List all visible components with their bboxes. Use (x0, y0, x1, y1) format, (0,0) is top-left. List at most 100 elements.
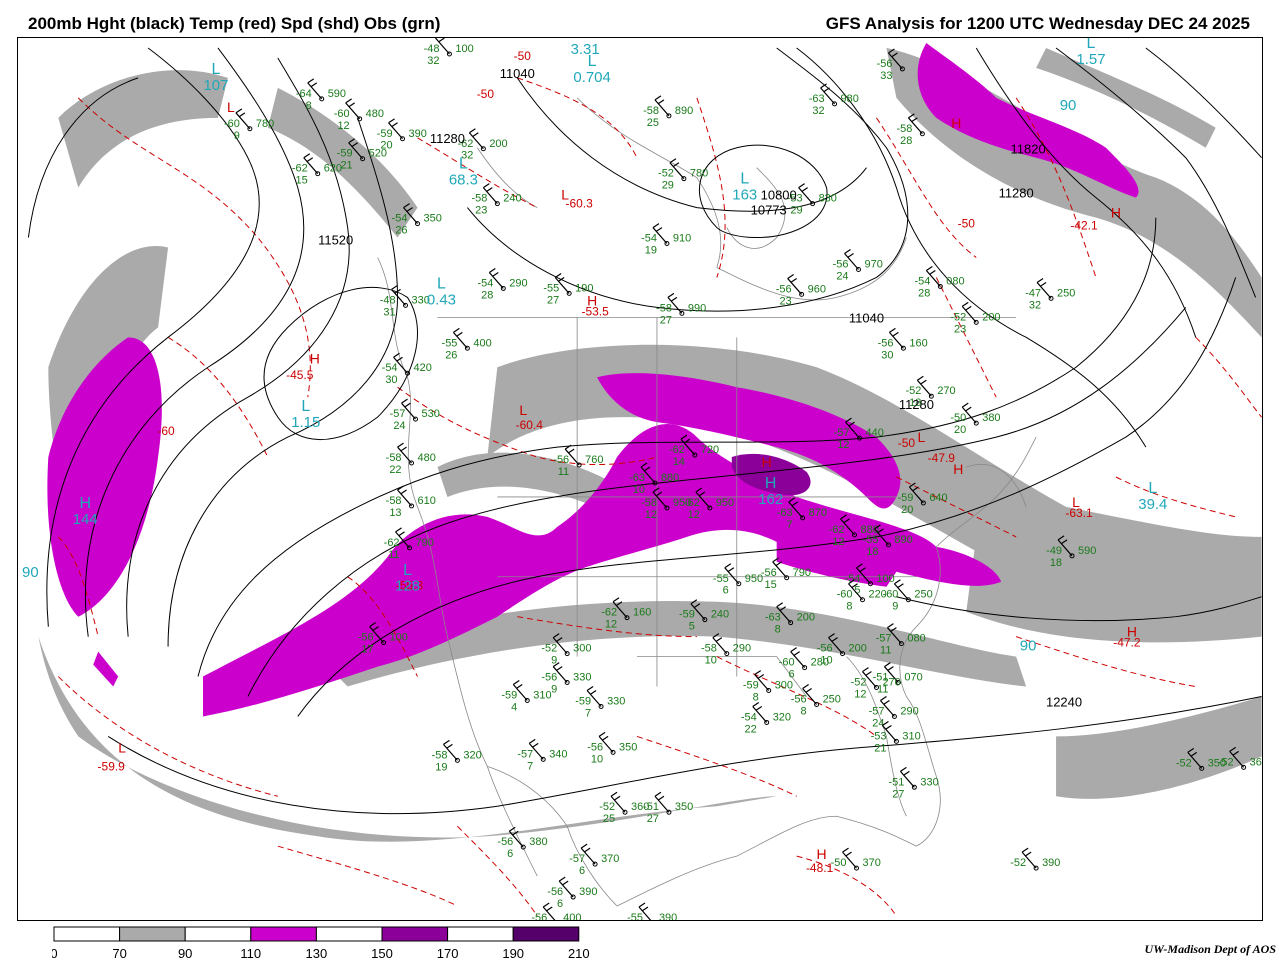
obs-dewpoint-depression: 12 (605, 619, 617, 631)
station-plot: -5430 420 (382, 352, 432, 386)
obs-height: 070 (904, 672, 922, 684)
station-plot: -55 390 (627, 902, 677, 920)
obs-dewpoint-depression: 22 (745, 723, 757, 735)
pressure-center-letter: L (1087, 37, 1096, 52)
obs-dewpoint-depression: 9 (892, 601, 898, 613)
isotherm-line (167, 336, 269, 458)
extreme-marker: L (519, 402, 527, 418)
obs-dewpoint-depression: 12 (337, 120, 349, 132)
station-plot: -577 340 (517, 738, 568, 772)
station-plot: -5229 780 (658, 158, 708, 192)
obs-temperature: -48 (380, 294, 396, 306)
obs-dewpoint-depression: 28 (918, 287, 930, 299)
station-plot: -5610 350 (587, 731, 637, 765)
height-contour-label: 11280 (899, 397, 934, 412)
station-plot: -5819 320 (432, 739, 482, 773)
temperature-label: -47.9 (928, 451, 956, 465)
pressure-center-letter: L (437, 275, 446, 292)
isotherm-line (1015, 636, 1196, 688)
obs-height: 890 (675, 105, 693, 117)
obs-height: 330 (607, 695, 625, 707)
obs-height: 970 (864, 258, 882, 270)
obs-dewpoint-depression: 10 (633, 484, 645, 496)
obs-dewpoint-depression: 25 (647, 117, 659, 129)
obs-height: 620 (324, 163, 342, 175)
obs-temperature: -58 (643, 105, 659, 117)
obs-temperature: -57 (569, 853, 585, 865)
obs-height: 380 (529, 836, 547, 848)
obs-temperature: -52 (599, 801, 615, 813)
height-contour-label: 11520 (318, 233, 353, 248)
obs-height: 290 (509, 277, 527, 289)
temperature-label: -42.1 (1070, 219, 1098, 233)
obs-dewpoint-depression: 18 (866, 546, 878, 558)
obs-dewpoint-depression: 24 (393, 420, 405, 432)
extreme-marker: H (953, 461, 963, 477)
obs-temperature: -60 (779, 657, 795, 669)
obs-temperature: -50 (950, 412, 966, 424)
obs-height: 950 (716, 497, 734, 509)
obs-height: 530 (421, 408, 439, 420)
obs-dewpoint-depression: 9 (234, 130, 240, 142)
obs-dewpoint-depression: 27 (547, 294, 559, 306)
obs-dewpoint-depression: 12 (854, 689, 866, 701)
obs-temperature: -56 (547, 886, 563, 898)
station-plot: -52 390 (1010, 847, 1060, 871)
station-plot: -5526 400 (442, 327, 492, 361)
obs-dewpoint-depression: 23 (954, 323, 966, 335)
speed-color-legend: 0 70 90 110 130 150 170 190 210 (52, 926, 590, 960)
obs-height: 380 (982, 412, 1000, 424)
station-plot: -598 300 (743, 670, 793, 703)
extreme-marker: H (310, 350, 320, 366)
obs-temperature: -62 (684, 497, 700, 509)
obs-temperature: -52 (658, 168, 674, 180)
obs-height: 290 (900, 705, 918, 717)
obs-height: 610 (418, 495, 436, 507)
obs-temperature: -56 (791, 693, 807, 705)
station-plot: -556 950 (713, 563, 763, 597)
obs-temperature: -60 (837, 589, 853, 601)
obs-dewpoint-depression: 12 (837, 439, 849, 451)
pressure-center-letter: L (740, 171, 749, 188)
obs-dewpoint-depression: 13 (389, 507, 401, 519)
station-plot: -5724 530 (390, 398, 440, 432)
obs-height: 320 (773, 711, 791, 723)
obs-height: 330 (573, 672, 591, 684)
extreme-marker: H (1127, 624, 1137, 640)
obs-dewpoint-depression: 11 (558, 466, 569, 478)
obs-dewpoint-depression: 29 (790, 205, 802, 217)
obs-temperature: -55 (863, 534, 879, 546)
pressure-center-value: 144 (73, 511, 98, 528)
obs-height: 270 (937, 385, 955, 397)
pressure-center-value: 68.3 (449, 172, 478, 189)
station-plot: -594 310 (501, 680, 552, 713)
obs-temperature: -56 (877, 58, 893, 70)
temperature-label: -60.4 (516, 418, 544, 432)
pressure-center-letter: L (403, 562, 412, 579)
obs-temperature: -62 (292, 163, 308, 175)
obs-dewpoint-depression: 28 (900, 135, 912, 147)
obs-dewpoint-depression: 22 (389, 464, 401, 476)
obs-height: 200 (797, 612, 815, 624)
obs-temperature: -56 (878, 337, 894, 349)
obs-height: 830 (819, 193, 837, 205)
obs-height: 080 (946, 275, 964, 287)
jet-isotach-70-band (1056, 696, 1262, 799)
pressure-center-letter: H (79, 495, 91, 512)
obs-height: 200 (489, 138, 507, 150)
obs-temperature: -55 (713, 573, 729, 585)
pressure-center-value: 163 (732, 187, 757, 204)
obs-height: 350 (619, 741, 637, 753)
obs-dewpoint-depression: 11 (388, 549, 399, 561)
obs-height: 290 (733, 643, 751, 655)
obs-dewpoint-depression: 7 (585, 707, 591, 719)
station-plot: -5823 240 (471, 183, 522, 217)
obs-temperature: -56 (531, 912, 547, 921)
station-plot: -5223 200 (950, 301, 1001, 335)
extreme-marker: H (587, 292, 597, 308)
obs-height: 330 (920, 776, 938, 788)
obs-height: 270 (882, 677, 900, 689)
obs-temperature: -58 (432, 749, 448, 761)
legend-swatch (381, 926, 449, 942)
obs-dewpoint-depression: 10 (591, 753, 603, 765)
